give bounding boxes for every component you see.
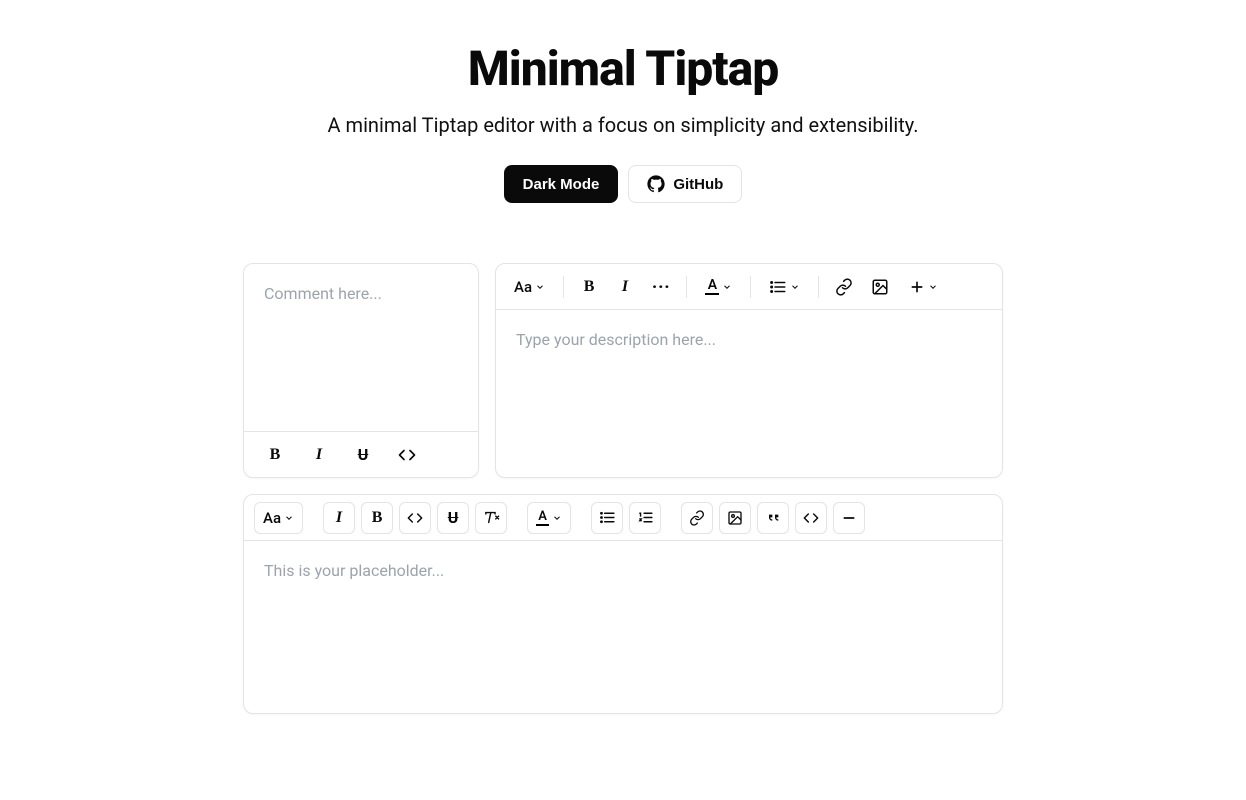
list-ol-icon [637,509,654,526]
text-color-icon: A [705,278,719,295]
strike-icon: U [448,508,459,527]
chevron-down-icon [284,513,294,523]
github-icon [647,175,665,193]
code-icon [803,510,819,526]
list-icon [769,278,787,296]
separator [563,276,564,298]
list-ul-icon [599,509,616,526]
code-button[interactable] [399,502,431,534]
more-button[interactable]: ··· [646,272,676,302]
italic-button[interactable]: I [304,440,334,470]
list-dropdown[interactable] [761,272,808,302]
description-toolbar: Aa B I ··· A [496,264,1002,310]
ordered-list-button[interactable] [629,502,661,534]
description-editor-body[interactable]: Type your description here... [496,310,1002,477]
italic-button[interactable]: I [323,502,355,534]
horizontal-rule-button[interactable] [833,502,865,534]
strike-button[interactable]: U [437,502,469,534]
page-title: Minimal Tiptap [243,40,1003,97]
image-button[interactable] [719,502,751,534]
codeblock-button[interactable] [795,502,827,534]
bold-button[interactable]: B [361,502,393,534]
description-editor: Aa B I ··· A [495,263,1003,478]
page-subtitle: A minimal Tiptap editor with a focus on … [243,113,1003,137]
blockquote-button[interactable] [757,502,789,534]
italic-button[interactable]: I [610,272,640,302]
bold-button[interactable]: B [260,440,290,470]
main-toolbar: Aa I B U A [244,495,1002,541]
strike-icon: U [358,445,369,464]
strike-button[interactable]: U [348,440,378,470]
main-editor-body[interactable]: This is your placeholder... [244,541,1002,713]
chevron-down-icon [928,282,938,292]
paragraph-dropdown[interactable]: Aa [254,502,303,534]
link-button[interactable] [681,502,713,534]
plus-icon [909,279,925,295]
code-icon [398,446,416,464]
color-dropdown[interactable]: A [527,502,571,534]
clear-format-button[interactable] [475,502,507,534]
image-icon [871,278,889,296]
separator [686,276,687,298]
chevron-down-icon [790,282,800,292]
clear-format-icon [483,509,500,526]
separator [818,276,819,298]
color-dropdown[interactable]: A [697,272,740,302]
github-button[interactable]: GitHub [628,165,742,203]
github-label: GitHub [673,176,723,193]
chevron-down-icon [722,282,732,292]
code-icon [407,510,423,526]
comment-editor: Comment here... B I U [243,263,479,478]
dark-mode-label: Dark Mode [523,176,600,193]
link-icon [689,510,705,526]
main-editor: Aa I B U A [243,494,1003,714]
minus-icon [841,510,857,526]
dark-mode-button[interactable]: Dark Mode [504,165,619,203]
image-button[interactable] [865,272,895,302]
link-button[interactable] [829,272,859,302]
comment-toolbar: B I U [244,431,478,477]
paragraph-dropdown[interactable]: Aa [506,272,553,302]
quote-icon [765,510,781,526]
chevron-down-icon [552,513,562,523]
insert-dropdown[interactable] [901,272,946,302]
separator [750,276,751,298]
text-color-icon: A [536,510,549,526]
bold-button[interactable]: B [574,272,604,302]
code-button[interactable] [392,440,422,470]
link-icon [835,278,853,296]
comment-editor-body[interactable]: Comment here... [244,264,478,431]
unordered-list-button[interactable] [591,502,623,534]
image-icon [727,510,743,526]
chevron-down-icon [535,282,545,292]
